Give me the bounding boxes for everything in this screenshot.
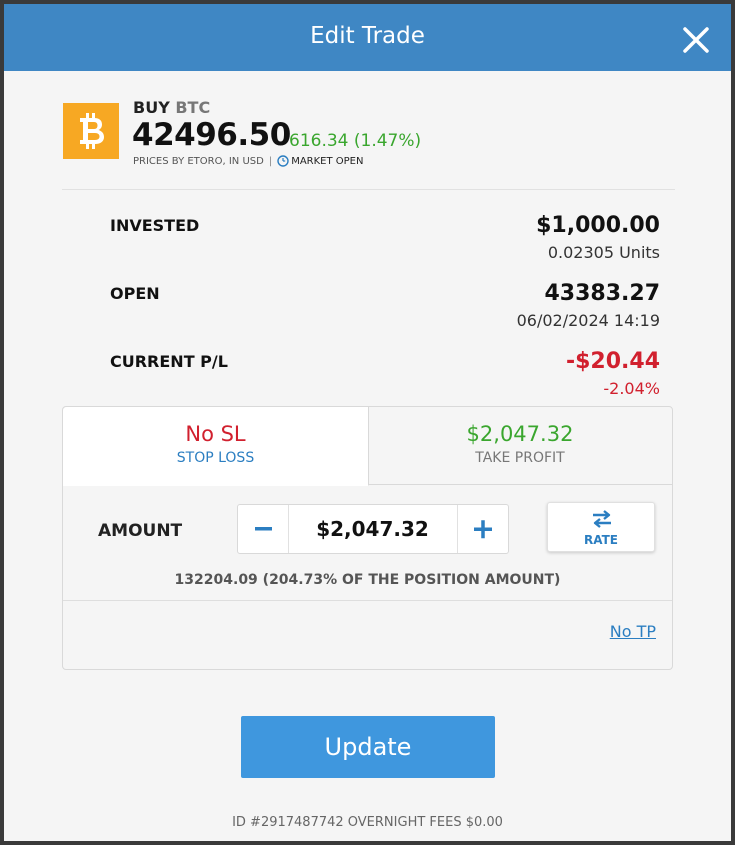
swap-arrows-icon xyxy=(593,510,611,528)
increase-button[interactable] xyxy=(457,505,508,553)
asset-price: 42496.50 xyxy=(132,117,291,153)
rate-toggle-button[interactable]: RATE xyxy=(547,502,655,552)
edit-trade-dialog: Edit Trade BUY BTC 42496.50 616.34 (1.47… xyxy=(4,4,731,841)
minus-icon xyxy=(255,527,272,531)
amount-input[interactable] xyxy=(289,505,456,553)
take-profit-label: TAKE PROFIT xyxy=(475,450,565,466)
open-price: 43383.27 xyxy=(544,281,660,306)
take-profit-value: $2,047.32 xyxy=(466,422,574,446)
decrease-button[interactable] xyxy=(238,505,289,553)
asset-logo xyxy=(63,103,119,159)
current-pl-label: CURRENT P/L xyxy=(110,352,228,371)
amount-label: AMOUNT xyxy=(98,521,183,541)
panel-divider xyxy=(63,600,672,601)
asset-meta: PRICES BY ETORO, IN USD | MARKET OPEN xyxy=(133,155,363,167)
trade-action: BUY xyxy=(133,98,170,117)
trade-direction: BUY BTC xyxy=(133,98,210,117)
invested-value: $1,000.00 xyxy=(536,213,660,238)
tab-stop-loss[interactable]: No SL STOP LOSS xyxy=(63,407,369,486)
tab-take-profit[interactable]: $2,047.32 TAKE PROFIT xyxy=(368,407,672,485)
update-button[interactable]: Update xyxy=(241,716,495,778)
dialog-header: Edit Trade xyxy=(4,4,731,71)
clock-icon xyxy=(277,155,289,167)
close-button[interactable] xyxy=(676,20,716,60)
asset-symbol: BTC xyxy=(175,98,211,117)
bitcoin-icon xyxy=(80,113,104,149)
current-pl-value: -$20.44 xyxy=(565,349,660,374)
rate-label: RATE xyxy=(584,533,618,547)
invested-label: INVESTED xyxy=(110,216,200,235)
meta-separator: | xyxy=(268,155,273,167)
open-date: 06/02/2024 14:19 xyxy=(516,311,660,330)
close-icon xyxy=(683,27,709,53)
plus-icon xyxy=(474,520,492,539)
amount-note: 132204.09 (204.73% OF THE POSITION AMOUN… xyxy=(174,572,561,588)
stop-loss-value: No SL xyxy=(185,422,246,446)
dialog-title: Edit Trade xyxy=(310,23,425,49)
section-divider xyxy=(62,189,675,190)
sl-tp-panel: No SL STOP LOSS $2,047.32 TAKE PROFIT AM… xyxy=(62,406,673,670)
asset-change: 616.34 (1.47%) xyxy=(289,131,422,151)
amount-stepper xyxy=(237,504,509,554)
invested-units: 0.02305 Units xyxy=(547,243,660,262)
no-tp-link[interactable]: No TP xyxy=(610,622,656,641)
open-label: OPEN xyxy=(110,284,160,303)
current-pl-percent: -2.04% xyxy=(603,379,660,398)
stop-loss-label: STOP LOSS xyxy=(176,450,255,466)
price-source: PRICES BY ETORO, IN USD xyxy=(133,155,264,167)
footer-info: ID #2917487742 OVERNIGHT FEES $0.00 xyxy=(232,815,503,830)
market-status: MARKET OPEN xyxy=(291,155,364,167)
